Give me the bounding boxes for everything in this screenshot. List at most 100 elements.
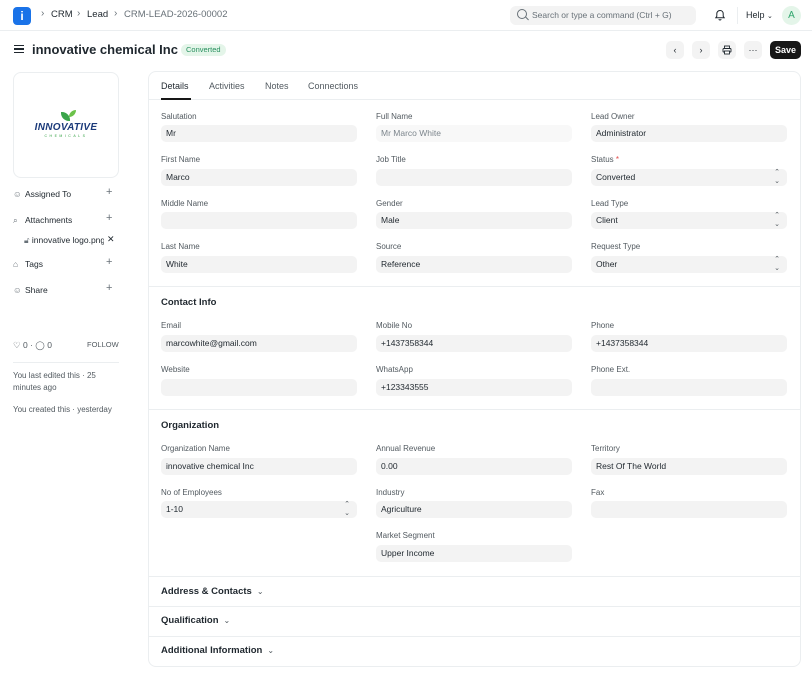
app-logo[interactable]: i [13, 7, 31, 25]
share[interactable]: ☺ Share [13, 285, 48, 295]
chevron-left-icon: ‹ [673, 45, 677, 55]
email-label: Email [161, 321, 182, 330]
chevron-down-icon: ⌄ [256, 587, 264, 596]
follow-button[interactable]: FOLLOW [87, 340, 119, 349]
likes-count: 0 [23, 340, 28, 350]
add-tag-button[interactable]: + [106, 256, 112, 268]
comment-icon[interactable]: ◯ [35, 340, 45, 350]
section-divider [149, 409, 800, 410]
chevron-right-icon: › [114, 8, 118, 19]
employees-value: 1-10 [166, 504, 184, 514]
next-record-button[interactable]: › [692, 41, 710, 59]
section-divider [149, 286, 800, 287]
add-attachment-button[interactable]: + [106, 212, 112, 224]
notification-bell-icon[interactable] [714, 9, 726, 21]
user-icon: ☺ [13, 189, 22, 199]
whatsapp-field[interactable]: +123343555 [376, 379, 572, 396]
qualification-section-toggle[interactable]: Qualification ⌄ [161, 615, 230, 626]
logo-subtitle: CHEMICALS [44, 134, 88, 138]
tab-notes[interactable]: Notes [265, 81, 289, 91]
job-title-field[interactable] [376, 169, 572, 186]
attachment-item[interactable]: 🔓︎ innovative logo.png [24, 235, 104, 246]
additional-information-section-toggle[interactable]: Additional Information ⌄ [161, 645, 274, 656]
status-value: Converted [596, 172, 636, 182]
sidebar-toggle-icon[interactable] [14, 45, 24, 53]
avatar[interactable]: A [782, 6, 801, 25]
attachments-label: Attachments [25, 215, 73, 225]
search-icon [517, 9, 527, 19]
heart-icon[interactable]: ♡ [13, 340, 21, 350]
request-type-select[interactable]: Other ⌃ ⌄ [591, 256, 787, 273]
address-contacts-section-toggle[interactable]: Address & Contacts ⌄ [161, 586, 264, 597]
employees-select[interactable]: 1-10 ⌃ ⌄ [161, 501, 357, 518]
lead-type-select[interactable]: Client ⌃ ⌄ [591, 212, 787, 229]
lead-owner-field[interactable]: Administrator [591, 125, 787, 142]
assigned-to-label: Assigned To [25, 189, 72, 199]
more-actions-button[interactable]: ··· [744, 41, 762, 59]
select-arrows-icon: ⌃ ⌄ [774, 256, 780, 272]
add-share-button[interactable]: + [106, 282, 112, 294]
middle-name-field[interactable] [161, 212, 357, 229]
status-select[interactable]: Converted ⌃ ⌄ [591, 169, 787, 186]
email-field[interactable]: marcowhite@gmail.com [161, 335, 357, 352]
gender-field[interactable]: Male [376, 212, 572, 229]
breadcrumb-crm[interactable]: CRM [51, 9, 73, 20]
attachments[interactable]: ⌕ Attachments [13, 215, 72, 226]
full-name-label: Full Name [376, 112, 413, 121]
additional-information-title: Additional Information [161, 645, 263, 656]
share-icon: ☺ [13, 285, 22, 295]
source-field[interactable]: Reference [376, 256, 572, 273]
assigned-to[interactable]: ☺ Assigned To [13, 189, 71, 199]
section-divider [149, 606, 800, 607]
annual-revenue-field[interactable]: 0.00 [376, 458, 572, 475]
salutation-field[interactable]: Mr [161, 125, 357, 142]
status-badge: Converted [181, 44, 226, 56]
lead-owner-label: Lead Owner [591, 112, 635, 121]
territory-field[interactable]: Rest Of The World [591, 458, 787, 475]
remove-attachment-button[interactable]: ✕ [107, 234, 115, 245]
first-name-field[interactable]: Marco [161, 169, 357, 186]
navbar: i › CRM › Lead › CRM-LEAD-2026-00002 Sea… [0, 0, 812, 31]
employees-label: No of Employees [161, 488, 222, 497]
last-name-field[interactable]: White [161, 256, 357, 273]
tab-connections[interactable]: Connections [308, 81, 358, 91]
phone-ext-label: Phone Ext. [591, 365, 631, 374]
organization-section-title: Organization [161, 420, 220, 431]
org-name-label: Organization Name [161, 444, 230, 453]
section-divider [149, 636, 800, 637]
tab-bar: Details Activities Notes Connections [149, 72, 800, 100]
comments-count: 0 [47, 340, 52, 350]
chevron-right-icon: › [77, 8, 81, 19]
last-name-label: Last Name [161, 242, 200, 251]
phone-field[interactable]: +1437358344 [591, 335, 787, 352]
qualification-title: Qualification [161, 615, 219, 626]
territory-label: Territory [591, 444, 620, 453]
industry-field[interactable]: Agriculture [376, 501, 572, 518]
add-assignee-button[interactable]: + [106, 186, 112, 198]
mobile-field[interactable]: +1437358344 [376, 335, 572, 352]
save-button[interactable]: Save [770, 41, 801, 59]
logo-wordmark: INNOVATIVE [34, 122, 98, 133]
org-name-field[interactable]: innovative chemical Inc [161, 458, 357, 475]
website-field[interactable] [161, 379, 357, 396]
tab-details[interactable]: Details [161, 81, 189, 91]
contact-info-section-title: Contact Info [161, 297, 217, 308]
phone-label: Phone [591, 321, 615, 330]
search-input[interactable]: Search or type a command (Ctrl + G) [510, 6, 696, 25]
gender-label: Gender [376, 199, 403, 208]
phone-ext-field[interactable] [591, 379, 787, 396]
market-segment-field[interactable]: Upper Income [376, 545, 572, 562]
page-title: innovative chemical Inc [32, 42, 178, 57]
ellipsis-icon: ··· [748, 45, 758, 55]
help-dropdown[interactable]: Help ⌄ [746, 10, 773, 20]
breadcrumb-lead[interactable]: Lead [87, 9, 108, 20]
source-label: Source [376, 242, 402, 251]
previous-record-button[interactable]: ‹ [666, 41, 684, 59]
divider [13, 362, 119, 363]
tab-activities[interactable]: Activities [209, 81, 245, 91]
lead-image[interactable]: INNOVATIVE CHEMICALS [13, 72, 119, 178]
print-button[interactable] [718, 41, 736, 59]
full-name-field: Mr Marco White [376, 125, 572, 142]
tags[interactable]: ⌂ Tags [13, 259, 43, 269]
fax-field[interactable] [591, 501, 787, 518]
